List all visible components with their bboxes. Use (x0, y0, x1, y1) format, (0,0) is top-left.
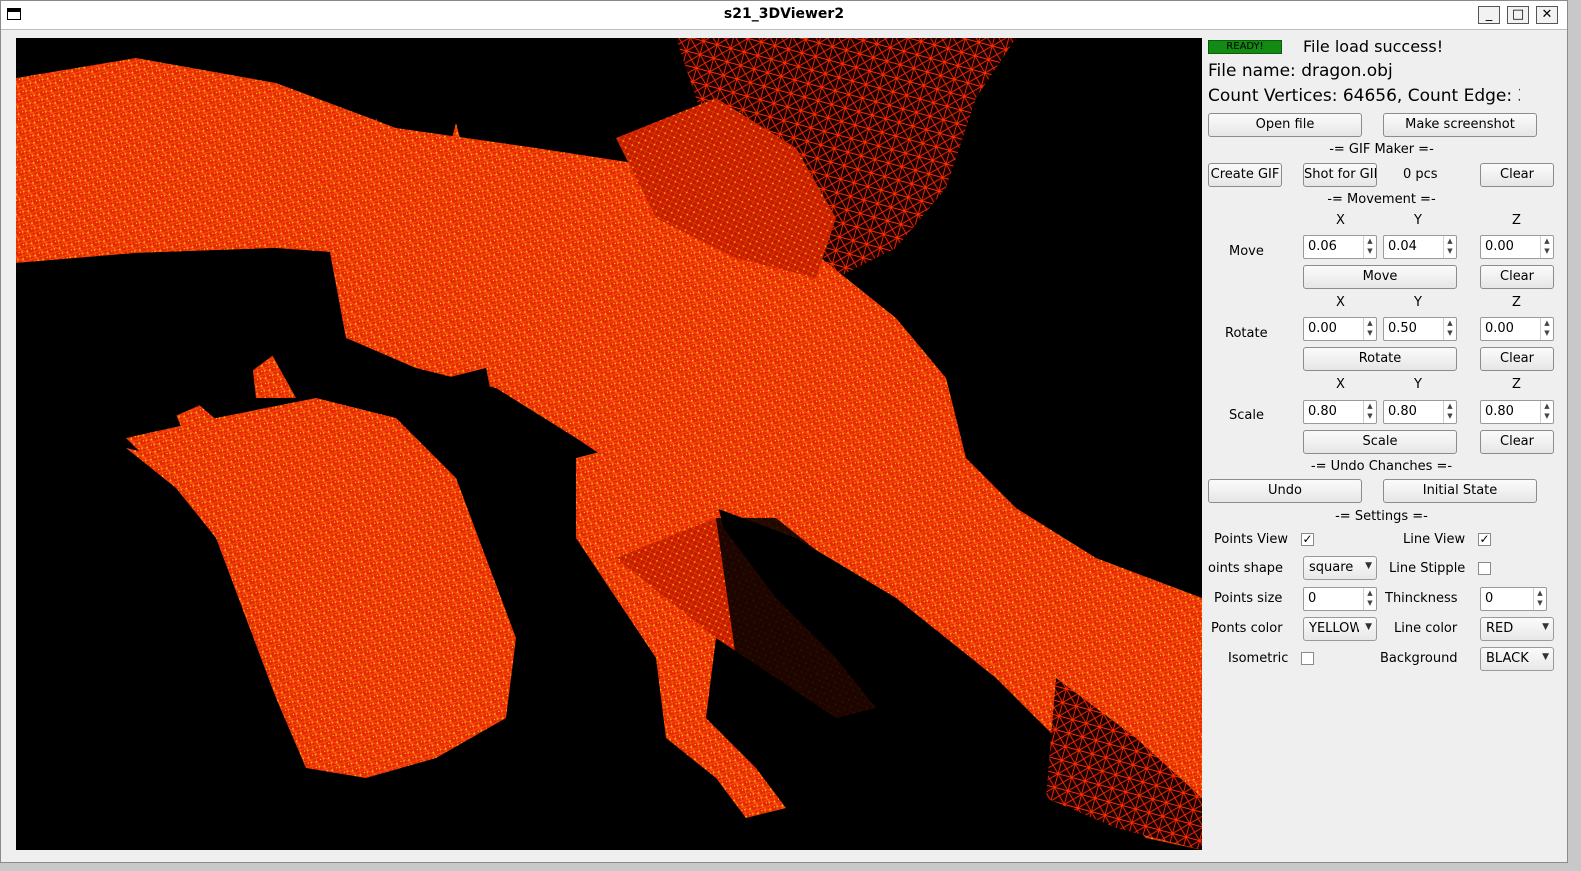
undo-header: -= Undo Chanches =- (1310, 459, 1453, 474)
rotate-z-input[interactable]: 0.00 ▲ ▼ (1480, 317, 1554, 341)
scale-button[interactable]: Scale (1303, 430, 1457, 454)
move-row-label: Move (1229, 244, 1264, 259)
isometric-checkbox[interactable] (1301, 652, 1314, 665)
spin-arrows-icon[interactable]: ▲ ▼ (1540, 236, 1553, 258)
rotate-clear-button[interactable]: Clear (1480, 347, 1554, 371)
scale-z-input[interactable]: 0.80 ▲ ▼ (1480, 400, 1554, 424)
3d-viewport[interactable] (16, 38, 1202, 850)
move-x-input[interactable]: 0.06 ▲ ▼ (1303, 235, 1377, 259)
line-color-label: Line color (1394, 621, 1458, 636)
spin-arrows-icon[interactable]: ▲ ▼ (1540, 318, 1553, 340)
scale-axis-x-label: X (1336, 377, 1345, 392)
isometric-label: Isometric (1228, 651, 1289, 666)
chevron-down-icon: ▼ (1542, 652, 1549, 662)
spin-arrows-icon[interactable]: ▲ ▼ (1443, 318, 1456, 340)
points-view-checkbox[interactable]: ✓ (1301, 533, 1314, 546)
spin-arrows-icon[interactable]: ▲ ▼ (1443, 401, 1456, 423)
line-view-checkbox[interactable]: ✓ (1478, 533, 1491, 546)
spin-arrows-icon[interactable]: ▲ ▼ (1540, 401, 1553, 423)
line-color-select[interactable]: RED ▼ (1480, 617, 1554, 641)
scale-clear-button[interactable]: Clear (1480, 430, 1554, 454)
thickness-label: Thinckness (1385, 591, 1458, 606)
move-axis-x-label: X (1336, 213, 1345, 228)
scale-axis-y-label: Y (1414, 377, 1422, 392)
spin-arrows-icon[interactable]: ▲ ▼ (1363, 401, 1376, 423)
rotate-row-label: Rotate (1225, 326, 1268, 341)
title-bar[interactable]: s21_3DViewer2 _ □ ✕ (1, 1, 1567, 30)
spin-arrows-icon[interactable]: ▲ ▼ (1363, 318, 1376, 340)
shot-for-gif-button[interactable]: Shot for GIF (1303, 163, 1377, 187)
open-file-button[interactable]: Open file (1208, 113, 1362, 137)
rotate-x-input[interactable]: 0.00 ▲ ▼ (1303, 317, 1377, 341)
line-stipple-checkbox[interactable] (1478, 562, 1491, 575)
move-axis-y-label: Y (1414, 213, 1422, 228)
settings-header: -= Settings =- (1335, 509, 1428, 524)
file-name: File name: dragon.obj (1208, 61, 1393, 81)
move-z-input[interactable]: 0.00 ▲ ▼ (1480, 235, 1554, 259)
points-shape-label: oints shape (1208, 561, 1284, 576)
status-badge: READY! (1208, 40, 1282, 54)
window-title: s21_3DViewer2 (723, 6, 845, 22)
chevron-down-icon: ▼ (1365, 622, 1372, 632)
minimize-button[interactable]: _ (1478, 6, 1500, 24)
gif-clear-button[interactable]: Clear (1480, 163, 1554, 187)
points-size-label: Points size (1214, 591, 1283, 606)
make-screenshot-button[interactable]: Make screenshot (1383, 113, 1537, 137)
move-clear-button[interactable]: Clear (1480, 265, 1554, 289)
create-gif-button[interactable]: Create GIF (1208, 163, 1282, 187)
points-view-label: Points View (1214, 532, 1289, 547)
scale-y-input[interactable]: 0.80 ▲ ▼ (1383, 400, 1457, 424)
initial-state-button[interactable]: Initial State (1383, 479, 1537, 503)
rotate-y-input[interactable]: 0.50 ▲ ▼ (1383, 317, 1457, 341)
rotate-axis-y-label: Y (1414, 295, 1422, 310)
points-size-input[interactable]: 0 ▲ ▼ (1303, 587, 1377, 611)
rotate-axis-z-label: Z (1512, 295, 1521, 310)
model-counts: Count Vertices: 64656, Count Edge: 3 (1208, 86, 1520, 106)
points-color-label: Ponts color (1211, 621, 1283, 636)
points-shape-select[interactable]: square ▼ (1303, 556, 1377, 580)
move-y-input[interactable]: 0.04 ▲ ▼ (1383, 235, 1457, 259)
move-button[interactable]: Move (1303, 265, 1457, 289)
spin-arrows-icon[interactable]: ▲ ▼ (1443, 236, 1456, 258)
gif-maker-header: -= GIF Maker =- (1329, 142, 1434, 157)
spin-arrows-icon[interactable]: ▲ ▼ (1363, 588, 1376, 610)
scale-row-label: Scale (1229, 408, 1264, 423)
line-stipple-label: Line Stipple (1389, 561, 1466, 576)
line-view-label: Line View (1403, 532, 1466, 547)
chevron-down-icon: ▼ (1365, 561, 1372, 571)
control-panel: READY! File load success! File name: dra… (1204, 37, 1559, 857)
thickness-input[interactable]: 0 ▲ ▼ (1480, 587, 1547, 611)
move-axis-z-label: Z (1512, 213, 1521, 228)
scale-axis-z-label: Z (1512, 377, 1521, 392)
chevron-down-icon: ▼ (1542, 622, 1549, 632)
movement-header: -= Movement =- (1327, 192, 1436, 207)
undo-button[interactable]: Undo (1208, 479, 1362, 503)
spin-arrows-icon[interactable]: ▲ ▼ (1363, 236, 1376, 258)
points-color-select[interactable]: YELLOW ▼ (1303, 617, 1377, 641)
gif-frame-count: 0 pcs (1403, 167, 1438, 182)
status-area: READY! (1204, 37, 1284, 55)
background-color-select[interactable]: BLACK ▼ (1480, 647, 1554, 671)
background-label: Background (1380, 651, 1458, 666)
rotate-axis-x-label: X (1336, 295, 1345, 310)
status-message: File load success! (1303, 37, 1444, 56)
rotate-button[interactable]: Rotate (1303, 347, 1457, 371)
wireframe-dragon-model (16, 38, 1202, 850)
app-window: s21_3DViewer2 _ □ ✕ READY! File load suc… (0, 0, 1568, 863)
scale-x-input[interactable]: 0.80 ▲ ▼ (1303, 400, 1377, 424)
maximize-button[interactable]: □ (1507, 6, 1529, 24)
close-button[interactable]: ✕ (1536, 6, 1558, 24)
spin-arrows-icon[interactable]: ▲ ▼ (1533, 588, 1546, 610)
